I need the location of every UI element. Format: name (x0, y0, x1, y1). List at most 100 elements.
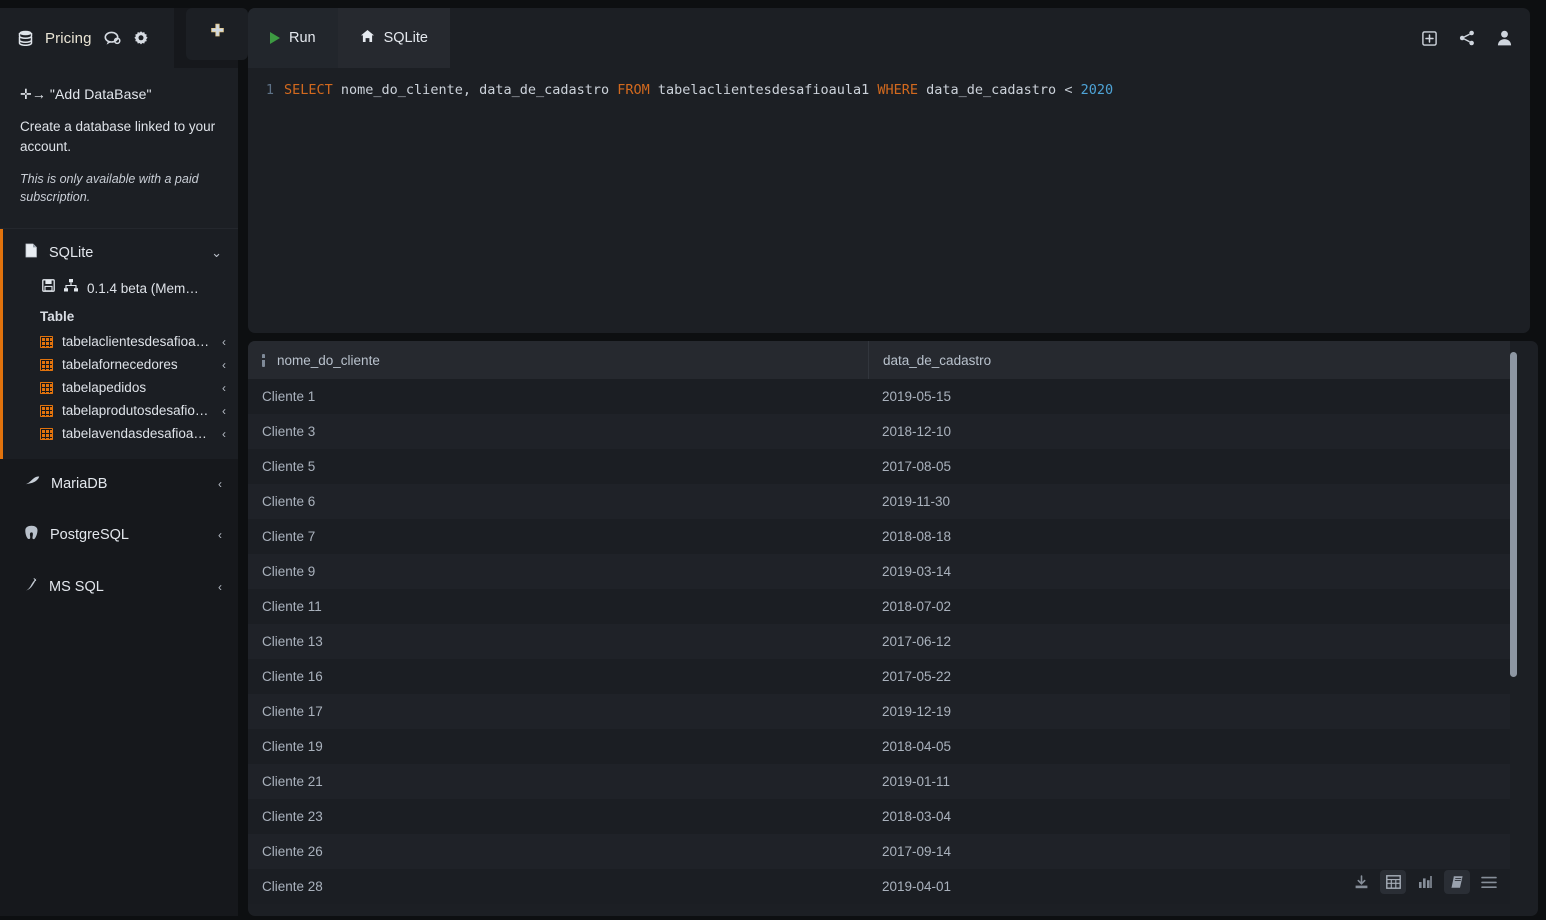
table-row[interactable]: Cliente 21 2019-01-11 (248, 764, 1510, 799)
tab-sqlite-label: SQLite (383, 30, 428, 46)
tab-sqlite[interactable]: SQLite (337, 8, 450, 68)
sidebar-engine-label: MariaDB (51, 476, 108, 493)
sidebar: ✛→ "Add DataBase" Create a database link… (0, 68, 238, 920)
sidebar-table-item[interactable]: tabelapedidos ‹ (0, 376, 238, 399)
new-tab-button[interactable] (186, 8, 248, 60)
sqlite-icon (24, 243, 38, 263)
sidebar-tables-list: tabelaclientesdesafioau… ‹ tabelafornecedo… (0, 330, 238, 445)
sql-token: 2020 (1080, 82, 1114, 98)
cell-data-de-cadastro: 2019-05-15 (882, 389, 952, 404)
chevron-left-icon[interactable]: ‹ (222, 427, 226, 441)
sidebar-table-label: tabelaprodutosdesafioa… (62, 403, 213, 419)
sidebar-engine-label: PostgreSQL (50, 527, 129, 544)
column-drag-handle-icon[interactable] (262, 353, 265, 367)
table-row[interactable]: Cliente 19 2018-04-05 (248, 729, 1510, 764)
table-view-icon[interactable] (1380, 870, 1406, 894)
table-row[interactable]: Cliente 7 2018-08-18 (248, 519, 1510, 554)
sitemap-icon (64, 279, 78, 297)
table-row[interactable]: Cliente 23 2018-03-04 (248, 799, 1510, 834)
column-header-data-de-cadastro[interactable]: data_de_cadastro (868, 341, 1510, 379)
cell-data-de-cadastro: 2018-08-18 (882, 529, 952, 544)
table-row[interactable]: Cliente 1 2019-05-15 (248, 379, 1510, 414)
table-row[interactable]: Cliente 3 2018-12-10 (248, 414, 1510, 449)
sidebar-item-sqlite[interactable]: SQLite ⌄ (0, 229, 238, 275)
sidebar-item-mariadb[interactable]: MariaDB ‹ (0, 459, 238, 509)
editor-tabbar: Run SQLite (248, 8, 1530, 68)
account-icon[interactable] (1497, 30, 1512, 46)
table-icon (40, 427, 53, 440)
run-button[interactable]: Run (248, 8, 338, 68)
play-icon (270, 32, 280, 44)
chevron-left-icon[interactable]: ‹ (218, 528, 222, 542)
sql-token: tabelaclientesdesafioaula1 (649, 82, 878, 98)
results-scrollbar-thumb[interactable] (1510, 352, 1517, 677)
table-row[interactable]: Cliente 5 2017-08-05 (248, 449, 1510, 484)
add-database-description: Create a database linked to your account… (20, 119, 216, 154)
cell-nome-do-cliente: Cliente 1 (262, 389, 316, 404)
chevron-left-icon[interactable]: ‹ (222, 335, 226, 349)
add-tab-icon[interactable] (1422, 30, 1437, 46)
sidebar-item-sqlite-label: SQLite (49, 245, 94, 262)
chevron-left-icon[interactable]: ‹ (218, 477, 222, 491)
menu-icon[interactable] (1476, 870, 1502, 894)
table-row[interactable]: Cliente 9 2019-03-14 (248, 554, 1510, 589)
cell-data-de-cadastro: 2019-12-19 (882, 704, 952, 719)
gear-icon[interactable] (133, 30, 149, 46)
cell-nome-do-cliente: Cliente 11 (262, 599, 322, 614)
cell-data-de-cadastro: 2018-04-05 (882, 739, 952, 754)
table-row[interactable]: Cliente 6 2019-11-30 (248, 484, 1510, 519)
results-table-header: nome_do_cliente data_de_cadastro (248, 341, 1510, 379)
sql-token: nome_do_cliente, data_de_cadastro (332, 82, 618, 98)
chevron-left-icon[interactable]: ‹ (222, 381, 226, 395)
cell-nome-do-cliente: Cliente 6 (262, 494, 316, 509)
table-row[interactable]: Cliente 13 2017-06-12 (248, 624, 1510, 659)
cell-nome-do-cliente: Cliente 3 (262, 424, 316, 439)
chart-view-icon[interactable] (1412, 870, 1438, 894)
tabbar-actions (1422, 8, 1512, 68)
sidebar-table-item[interactable]: tabelaclientesdesafioau… ‹ (0, 330, 238, 353)
column-header-label: data_de_cadastro (883, 352, 992, 368)
sidebar-item-ms-sql[interactable]: MS SQL ‹ (0, 561, 238, 613)
line-number: 1 (265, 82, 274, 98)
column-header-nome-do-cliente[interactable]: nome_do_cliente (248, 341, 868, 379)
sidebar-sqlite-connection[interactable]: 0.1.4 beta (Mem… (0, 275, 238, 301)
cell-data-de-cadastro: 2018-07-02 (882, 599, 952, 614)
chevron-down-icon[interactable]: ⌄ (211, 245, 222, 261)
table-row[interactable]: Cliente 28 2019-04-01 (248, 869, 1510, 904)
table-row[interactable]: Cliente 26 2017-09-14 (248, 834, 1510, 869)
sidebar-item-postgresql[interactable]: PostgreSQL ‹ (0, 509, 238, 561)
mariadb-icon (24, 475, 40, 493)
chat-icon[interactable] (104, 31, 121, 46)
cell-data-de-cadastro: 2017-06-12 (882, 634, 952, 649)
results-scrollbar[interactable] (1510, 352, 1517, 912)
save-icon (42, 279, 55, 297)
cell-nome-do-cliente: Cliente 16 (262, 669, 323, 684)
results-toolbar (1348, 870, 1502, 894)
plus-icon (209, 23, 226, 45)
cell-nome-do-cliente: Cliente 5 (262, 459, 316, 474)
table-row[interactable]: Cliente 17 2019-12-19 (248, 694, 1510, 729)
sidebar-table-item[interactable]: tabelaprodutosdesafioa… ‹ (0, 399, 238, 422)
table-row[interactable]: Cliente 16 2017-05-22 (248, 659, 1510, 694)
results-table-body: Cliente 1 2019-05-15 Cliente 3 2018-12-10 Cl… (248, 379, 1510, 904)
main-pane: Run SQLite 1 SELECT nome_do_cliente, dat… (248, 8, 1538, 916)
cell-nome-do-cliente: Cliente 21 (262, 774, 323, 789)
cell-data-de-cadastro: 2018-03-04 (882, 809, 952, 824)
chevron-left-icon[interactable]: ‹ (222, 404, 226, 418)
sidebar-table-label: tabelafornecedores (62, 357, 178, 373)
chevron-left-icon[interactable]: ‹ (222, 358, 226, 372)
run-button-label: Run (289, 30, 316, 46)
table-icon (40, 404, 53, 417)
sidebar-section-table: Table (40, 309, 75, 325)
chevron-left-icon[interactable]: ‹ (218, 580, 222, 594)
sidebar-table-item[interactable]: tabelavendasdesafioaul… ‹ (0, 422, 238, 445)
cell-data-de-cadastro: 2017-09-14 (882, 844, 952, 859)
sidebar-table-item[interactable]: tabelafornecedores ‹ (0, 353, 238, 376)
sql-editor[interactable]: 1 SELECT nome_do_cliente, data_de_cadast… (248, 68, 1530, 333)
share-icon[interactable] (1459, 30, 1475, 46)
table-row[interactable]: Cliente 11 2018-07-02 (248, 589, 1510, 624)
sqlite-connection-label: 0.1.4 beta (Mem… (87, 280, 199, 296)
pricing-link[interactable]: Pricing (45, 30, 92, 47)
download-icon[interactable] (1348, 870, 1374, 894)
notebook-icon[interactable] (1444, 870, 1470, 894)
